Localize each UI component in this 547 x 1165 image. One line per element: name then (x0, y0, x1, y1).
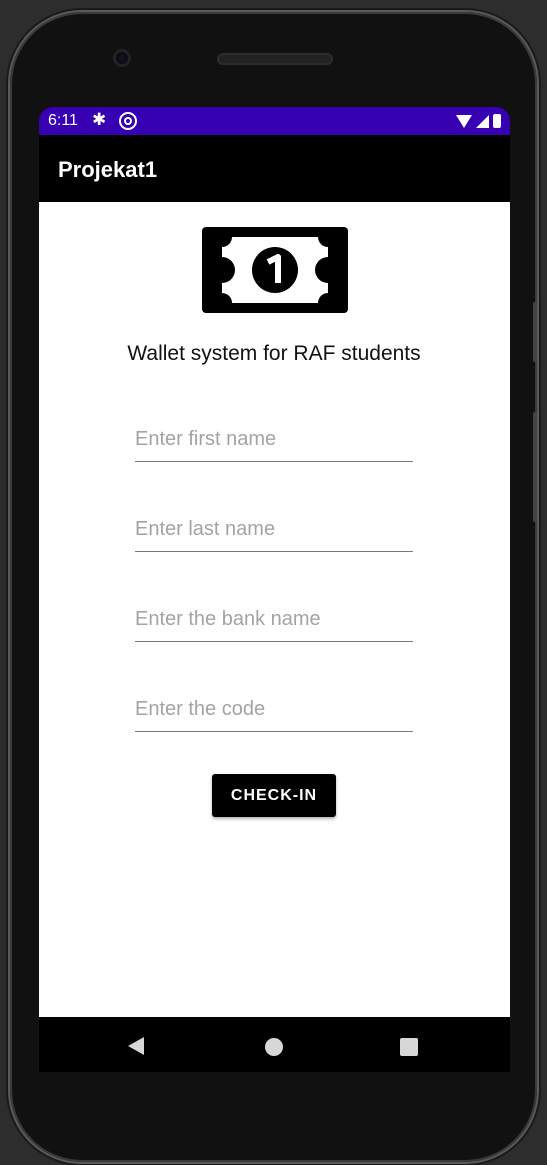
code-input[interactable] (135, 692, 413, 732)
app-subtitle: Wallet system for RAF students (127, 342, 421, 365)
check-in-button[interactable]: CHECK-IN (212, 774, 336, 817)
front-camera (113, 49, 131, 67)
wifi-icon (456, 114, 472, 128)
status-bar: 6:11 ✱ (39, 107, 510, 135)
app-bar: Projekat1 (39, 135, 510, 202)
status-time: 6:11 (48, 112, 78, 129)
status-indicators (456, 113, 501, 129)
battery-icon (493, 114, 501, 128)
emulator-stage: 6:11 ✱ Projekat1 Wallet system for RAF s… (0, 0, 547, 1165)
power-button (533, 302, 537, 362)
back-icon[interactable] (128, 1037, 144, 1055)
app-title: Projekat1 (58, 157, 158, 182)
first-name-input[interactable] (135, 422, 413, 462)
gear-icon: ✱ (92, 110, 107, 129)
main-content: Wallet system for RAF students CHECK-IN (39, 202, 510, 1017)
bank-name-input[interactable] (135, 602, 413, 642)
volume-button (533, 412, 537, 522)
last-name-input[interactable] (135, 512, 413, 552)
recents-icon[interactable] (400, 1038, 418, 1056)
signal-icon (476, 114, 489, 128)
do-not-disturb-icon (119, 112, 137, 130)
navigation-bar (39, 1017, 510, 1072)
home-icon[interactable] (265, 1038, 283, 1056)
device-screen: 6:11 ✱ Projekat1 Wallet system for RAF s… (39, 107, 510, 1072)
earpiece-speaker (217, 53, 333, 65)
money-icon (202, 227, 348, 313)
